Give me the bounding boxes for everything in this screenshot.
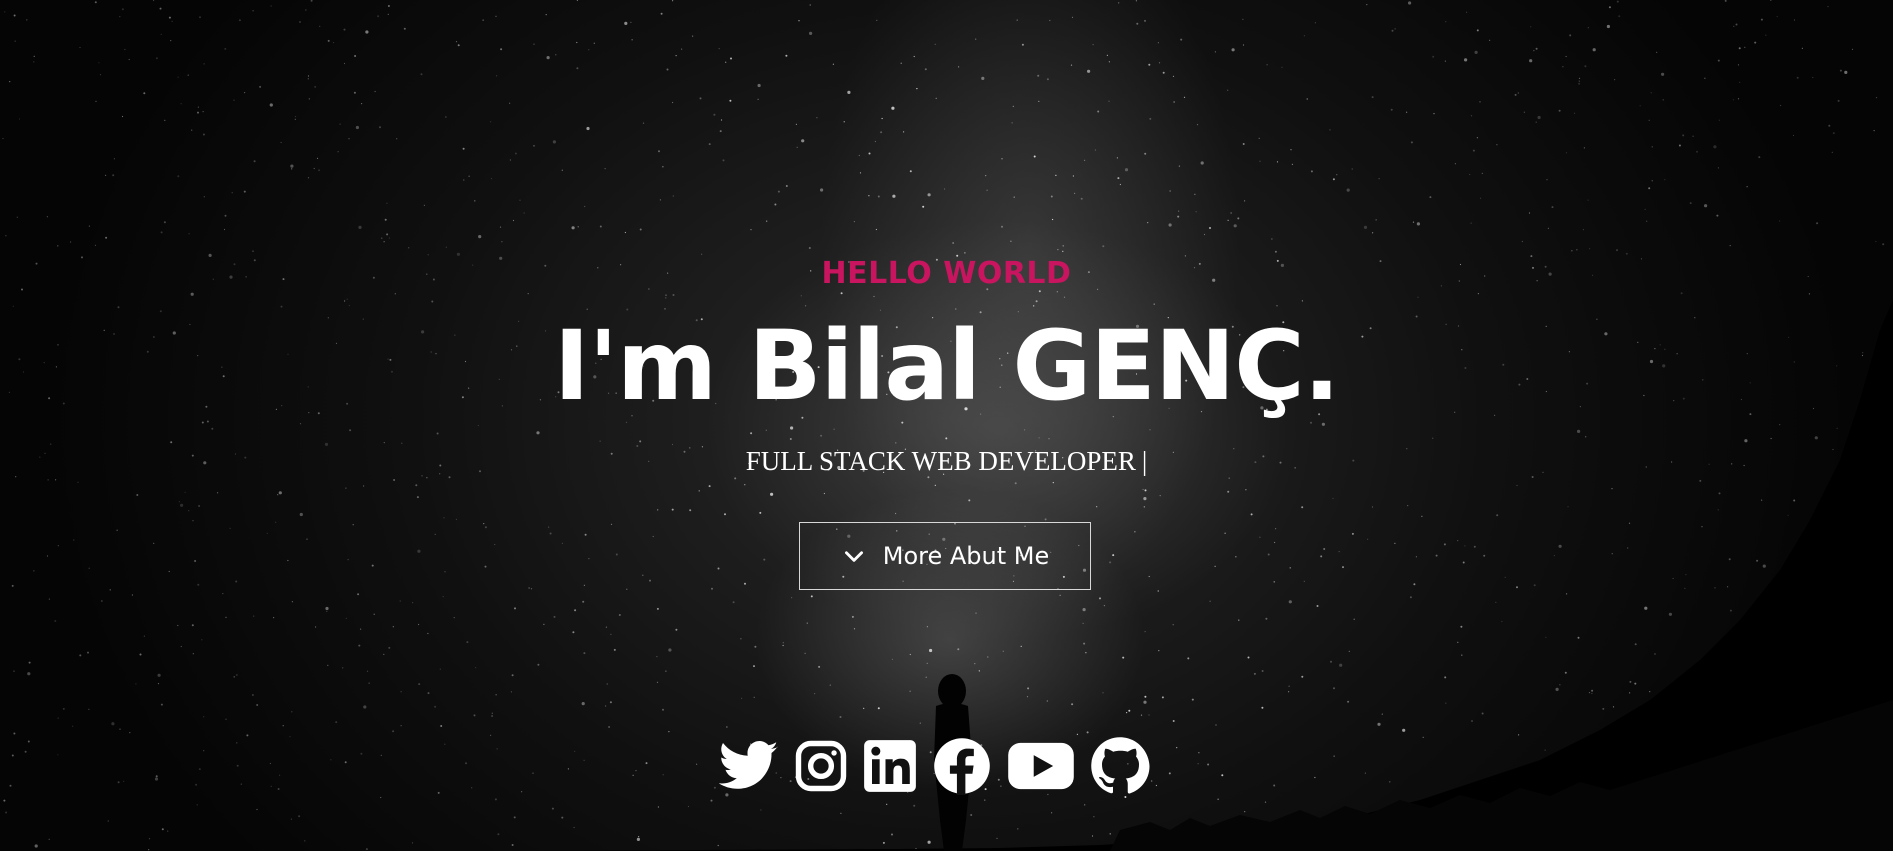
- role-text: FULL STACK WEB DEVELOPER: [745, 446, 1136, 476]
- social-links: [718, 736, 1151, 796]
- twitter-icon[interactable]: [718, 740, 780, 792]
- more-about-me-label: More Abut Me: [882, 542, 1050, 570]
- chevron-down-icon: [841, 543, 867, 569]
- linkedin-icon[interactable]: [862, 739, 918, 793]
- hero-content: HELLO WORLD I'm Bilal GENÇ. FULL STACK W…: [0, 0, 1893, 851]
- facebook-icon[interactable]: [931, 737, 993, 795]
- typing-cursor: |: [1141, 446, 1148, 476]
- hero-headline: I'm Bilal GENÇ.: [553, 310, 1340, 422]
- github-icon[interactable]: [1089, 736, 1151, 796]
- hero-role-typing: FULL STACK WEB DEVELOPER |: [0, 444, 1893, 478]
- more-about-me-button[interactable]: More Abut Me: [799, 522, 1091, 590]
- hero-section: HELLO WORLD I'm Bilal GENÇ. FULL STACK W…: [0, 0, 1893, 851]
- youtube-icon[interactable]: [1006, 741, 1076, 791]
- hero-eyebrow: HELLO WORLD: [821, 256, 1072, 291]
- instagram-icon[interactable]: [793, 739, 849, 793]
